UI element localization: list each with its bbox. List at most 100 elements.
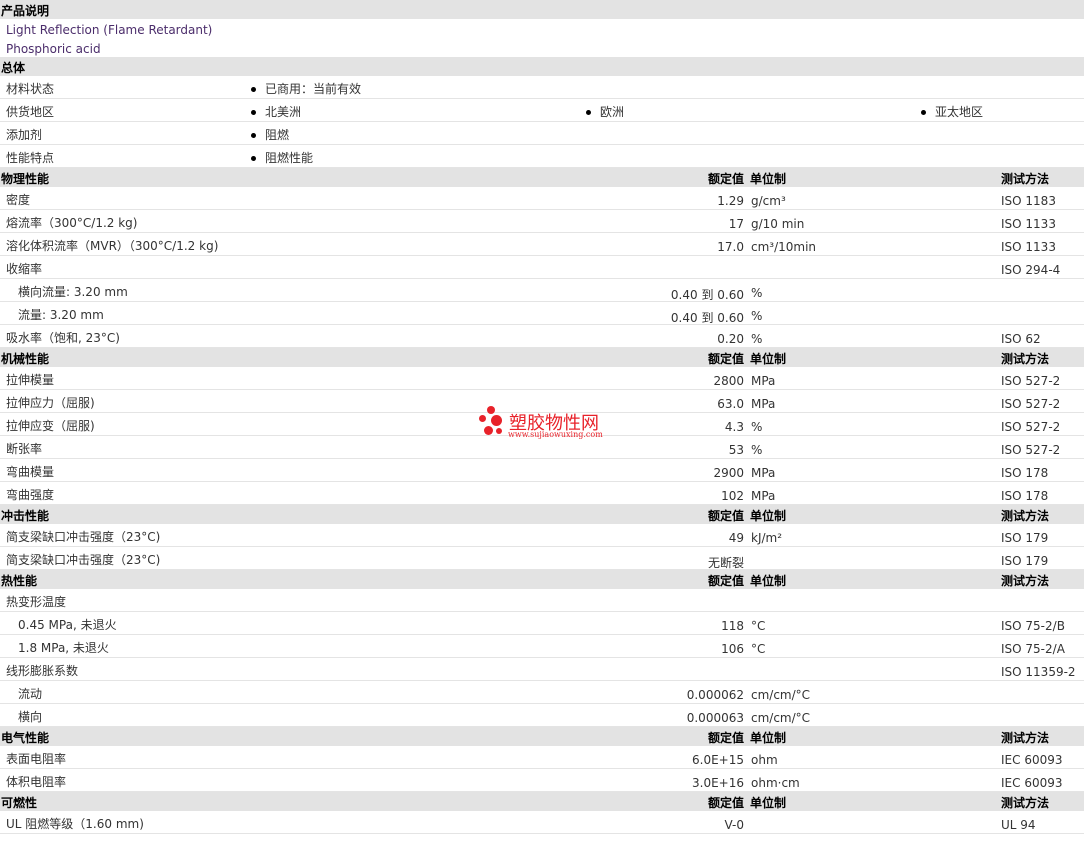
property-unit: °C <box>751 619 766 633</box>
property-label: 1.8 MPa, 未退火 <box>18 641 109 655</box>
property-row: 体积电阻率 3.0E+16 ohm·cm IEC 60093 <box>0 769 1084 792</box>
property-unit: MPa <box>751 466 776 480</box>
property-label: 断张率 <box>6 442 43 456</box>
description-row: Phosphoric acid <box>0 38 1084 57</box>
section-header-physical: 物理性能 额定值 单位制 测试方法 <box>0 168 1084 187</box>
property-unit: % <box>751 309 763 323</box>
property-value: V-0 <box>724 818 744 832</box>
property-method: ISO 178 <box>1001 489 1049 503</box>
property-value: 无断裂 <box>707 556 744 570</box>
column-header-nominal: 额定值 <box>707 574 744 588</box>
property-row: 弯曲强度 102 MPa ISO 178 <box>0 482 1084 505</box>
property-value: 49 <box>728 531 744 545</box>
section-header-impact: 冲击性能 额定值 单位制 测试方法 <box>0 505 1084 524</box>
property-label: 弯曲模量 <box>6 465 55 479</box>
property-label: 拉伸应力（屈服) <box>6 396 95 410</box>
property-value: 3.0E+16 <box>692 776 744 790</box>
section-title: 物理性能 <box>1 172 50 186</box>
property-value: 0.40 到 0.60 <box>670 311 744 325</box>
section-title: 冲击性能 <box>1 509 50 523</box>
property-label: 弯曲强度 <box>6 488 55 502</box>
property-value: 118 <box>721 619 744 633</box>
property-row: 横向 0.000063 cm/cm/°C <box>0 704 1084 727</box>
column-header-nominal: 额定值 <box>707 352 744 366</box>
property-label: 线形膨胀系数 <box>6 664 79 678</box>
property-value: 17 <box>728 217 744 231</box>
property-label: 横向流量: 3.20 mm <box>18 285 128 299</box>
property-value: 6.0E+15 <box>692 753 744 767</box>
property-unit: g/10 min <box>751 217 805 231</box>
property-unit: % <box>751 443 763 457</box>
property-value: 4.3 <box>724 420 744 434</box>
property-label: 流动 <box>18 687 43 701</box>
section-header-flammability: 可燃性 额定值 单位制 测试方法 <box>0 792 1084 811</box>
general-row: 添加剂 阻燃 <box>0 122 1084 145</box>
column-header-nominal: 额定值 <box>707 796 744 810</box>
property-value: 0.40 到 0.60 <box>670 288 744 302</box>
property-row: 0.45 MPa, 未退火 118 °C ISO 75-2/B <box>0 612 1084 635</box>
property-method: ISO 527-2 <box>1001 397 1061 411</box>
property-value: 0.000062 <box>686 688 744 702</box>
general-item: 阻燃 <box>251 126 289 143</box>
property-unit: cm/cm/°C <box>751 688 811 702</box>
property-row: 弯曲模量 2900 MPa ISO 178 <box>0 459 1084 482</box>
property-method: ISO 1133 <box>1001 217 1056 231</box>
property-label: 表面电阻率 <box>6 752 67 766</box>
property-method: IEC 60093 <box>1001 776 1063 790</box>
property-label: 0.45 MPa, 未退火 <box>18 618 117 632</box>
property-method: IEC 60093 <box>1001 753 1063 767</box>
property-row: 收缩率 ISO 294-4 <box>0 256 1084 279</box>
property-label: 简支梁缺口冲击强度（23°C) <box>6 553 161 567</box>
property-row: 熔流率（300°C/1.2 kg) 17 g/10 min ISO 1133 <box>0 210 1084 233</box>
property-method: ISO 527-2 <box>1001 374 1061 388</box>
property-unit: MPa <box>751 374 776 388</box>
bullet-icon <box>251 87 256 92</box>
property-unit: kJ/m² <box>751 531 783 545</box>
section-title: 机械性能 <box>1 352 50 366</box>
general-label: 添加剂 <box>6 128 43 142</box>
property-method: ISO 62 <box>1001 332 1041 346</box>
column-header-unit: 单位制 <box>750 796 787 810</box>
property-row: 简支梁缺口冲击强度（23°C) 无断裂 ISO 179 <box>0 547 1084 570</box>
property-label: 横向 <box>18 710 43 724</box>
property-method: ISO 179 <box>1001 554 1049 568</box>
property-method: ISO 1133 <box>1001 240 1056 254</box>
property-row: 1.8 MPa, 未退火 106 °C ISO 75-2/A <box>0 635 1084 658</box>
property-value: 102 <box>721 489 744 503</box>
column-header-unit: 单位制 <box>750 352 787 366</box>
property-unit: % <box>751 286 763 300</box>
general-label: 供货地区 <box>6 105 55 119</box>
general-item: 北美洲 <box>251 103 301 120</box>
property-method: ISO 294-4 <box>1001 263 1061 277</box>
general-label: 材料状态 <box>6 82 55 96</box>
property-method: ISO 527-2 <box>1001 420 1061 434</box>
bullet-icon <box>586 110 591 115</box>
section-title: 可燃性 <box>1 796 38 810</box>
property-method: ISO 75-2/B <box>1001 619 1065 633</box>
column-header-method: 测试方法 <box>1001 574 1050 588</box>
property-unit: ohm·cm <box>751 776 800 790</box>
property-value: 0.000063 <box>686 711 744 725</box>
property-unit: g/cm³ <box>751 194 786 208</box>
column-header-unit: 单位制 <box>750 509 787 523</box>
description-line: Light Reflection (Flame Retardant) <box>6 23 213 37</box>
section-header-description: 产品说明 <box>0 0 1084 19</box>
property-unit: % <box>751 332 763 346</box>
property-label: 简支梁缺口冲击强度（23°C) <box>6 530 161 544</box>
section-title: 产品说明 <box>1 4 50 18</box>
property-unit: MPa <box>751 397 776 411</box>
property-row: 线形膨胀系数 ISO 11359-2 <box>0 658 1084 681</box>
property-method: ISO 527-2 <box>1001 443 1061 457</box>
general-label: 性能特点 <box>6 151 55 165</box>
property-label: 溶化体积流率（MVR）（300°C/1.2 kg) <box>6 239 219 253</box>
property-label: 熔流率（300°C/1.2 kg) <box>6 216 138 230</box>
column-header-method: 测试方法 <box>1001 172 1050 186</box>
section-header-electrical: 电气性能 额定值 单位制 测试方法 <box>0 727 1084 746</box>
column-header-method: 测试方法 <box>1001 509 1050 523</box>
bullet-icon <box>251 133 256 138</box>
property-method: ISO 11359-2 <box>1001 665 1076 679</box>
property-unit: MPa <box>751 489 776 503</box>
section-title: 电气性能 <box>1 731 50 745</box>
property-unit: cm³/10min <box>751 240 817 254</box>
property-method: ISO 178 <box>1001 466 1049 480</box>
